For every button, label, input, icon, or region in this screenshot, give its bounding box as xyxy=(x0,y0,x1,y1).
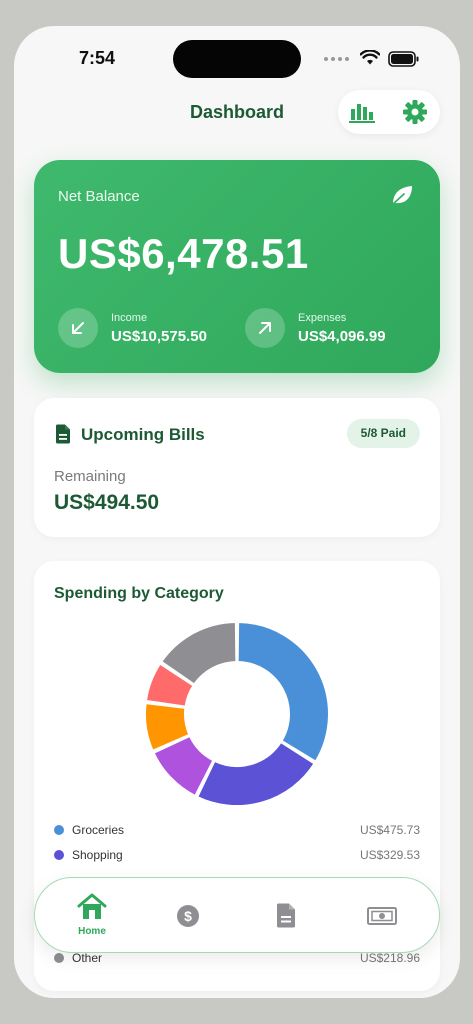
home-icon xyxy=(77,893,107,919)
battery-icon xyxy=(388,51,419,67)
signal-icon xyxy=(324,57,349,61)
upcoming-bills-card[interactable]: Upcoming Bills 5/8 Paid Remaining US$494… xyxy=(34,398,440,537)
document-icon xyxy=(56,424,70,444)
wifi-icon xyxy=(360,50,380,65)
legend-value: US$475.73 xyxy=(359,823,420,837)
legend-dot xyxy=(54,850,64,860)
expenses-value: US$4,096.99 xyxy=(298,328,386,345)
tab-transactions[interactable] xyxy=(337,878,427,954)
income-label: Income xyxy=(111,312,148,324)
bills-paid-badge: 5/8 Paid xyxy=(346,419,420,448)
net-balance-amount: US$6,478.51 xyxy=(58,230,309,277)
legend-item-shopping: Shopping US$329.53 xyxy=(54,846,420,864)
donut-slice-shopping xyxy=(195,740,316,807)
donut-slice-groceries xyxy=(236,620,330,763)
tab-bills[interactable] xyxy=(241,878,331,954)
leaf-icon xyxy=(392,186,412,205)
legend-name: Shopping xyxy=(72,848,123,862)
legend-dot xyxy=(54,825,64,835)
expenses-label: Expenses xyxy=(298,312,347,324)
spending-donut-chart xyxy=(144,620,330,807)
header-actions xyxy=(338,90,440,134)
tab-bar: Home $ xyxy=(34,877,440,953)
tab-home-label: Home xyxy=(78,926,106,937)
arrow-up-right-icon xyxy=(259,322,271,334)
legend-dot xyxy=(54,953,64,963)
bills-remaining-label: Remaining xyxy=(54,468,126,485)
income-value: US$10,575.50 xyxy=(111,328,207,345)
phone-screen: 7:54 Dashboard Net Balance US$6,478.51 I… xyxy=(14,26,460,998)
svg-text:$: $ xyxy=(184,908,192,924)
balance-label: Net Balance xyxy=(58,188,140,205)
tab-budget[interactable]: $ xyxy=(143,878,233,954)
status-bar: 7:54 xyxy=(14,26,460,96)
income-arrow xyxy=(58,308,98,348)
arrow-down-left-icon xyxy=(72,322,84,334)
banknote-icon xyxy=(367,907,397,925)
legend-name: Groceries xyxy=(72,823,125,837)
spending-title: Spending by Category xyxy=(54,585,224,602)
dynamic-island xyxy=(173,40,301,78)
gear-icon[interactable] xyxy=(402,99,428,125)
bills-remaining-value: US$494.50 xyxy=(54,491,160,514)
chart-bar-icon[interactable] xyxy=(348,100,376,124)
status-time: 7:54 xyxy=(79,48,116,68)
document-icon xyxy=(277,903,295,928)
bills-title: Upcoming Bills xyxy=(81,425,205,444)
legend-item-groceries: Groceries US$475.73 xyxy=(54,821,420,839)
legend-value: US$329.53 xyxy=(359,848,420,862)
expenses-arrow xyxy=(245,308,285,348)
net-balance-card[interactable]: Net Balance US$6,478.51 Income US$10,575… xyxy=(34,160,440,373)
tab-home[interactable]: Home xyxy=(47,878,137,954)
dollar-icon: $ xyxy=(177,905,199,927)
status-icons xyxy=(324,50,434,70)
